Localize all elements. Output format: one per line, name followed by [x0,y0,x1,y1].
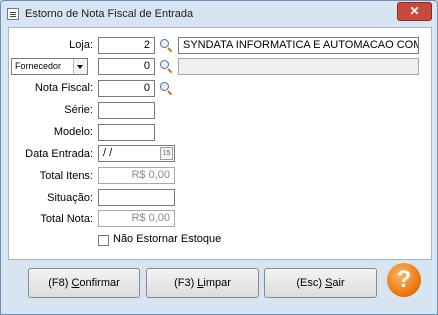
help-icon[interactable]: ? [387,263,421,297]
sair-button[interactable]: (Esc) Sair [264,268,377,298]
loja-name-field: SYNDATA INFORMATICA E AUTOMACAO COMER [178,37,419,54]
document-icon [7,8,19,20]
confirmar-shortcut: (F8) [48,277,72,289]
total-nota-field: R$ 0,00 [98,210,175,227]
search-fornecedor-icon[interactable] [160,60,173,74]
modelo-input[interactable] [98,124,155,141]
limpar-button[interactable]: (F3) Limpar [146,268,259,298]
total-itens-label: Total Itens: [39,170,93,182]
data-entrada-label: Data Entrada: [25,148,93,160]
nao-estornar-label[interactable]: Não Estornar Estoque [113,233,221,245]
window-title: Estorno de Nota Fiscal de Entrada [25,8,194,20]
close-button[interactable]: ✕ [397,2,432,21]
loja-label: Loja: [69,39,93,51]
search-loja-icon[interactable] [160,39,173,53]
search-nota-icon[interactable] [160,82,173,96]
fornecedor-select-value: Fornecedor [15,61,62,71]
situacao-label: Situação: [47,192,93,204]
sair-label: air [332,277,345,289]
loja-input[interactable]: 2 [98,37,155,54]
serie-label: Série: [64,104,93,116]
modelo-label: Modelo: [53,126,93,138]
data-entrada-value: / / [103,147,113,159]
serie-input[interactable] [98,102,155,119]
nota-fiscal-label: Nota Fiscal: [34,82,93,94]
sair-shortcut: (Esc) [296,277,326,289]
data-entrada-input[interactable]: / / 15 [98,145,175,162]
title-bar: Estorno de Nota Fiscal de Entrada ✕ [1,1,437,27]
fornecedor-name-field [178,58,419,75]
total-nota-label: Total Nota: [40,213,93,225]
chevron-down-icon[interactable] [73,59,87,74]
limpar-label: impar [203,277,231,289]
nota-fiscal-input[interactable]: 0 [98,80,155,97]
confirmar-label: onfirmar [79,277,120,289]
situacao-field [98,189,175,206]
fornecedor-input[interactable]: 0 [98,58,155,75]
confirmar-button[interactable]: (F8) Confirmar [28,268,140,298]
fornecedor-select[interactable]: Fornecedor [11,58,88,75]
nao-estornar-checkbox[interactable] [98,235,109,246]
total-itens-field: R$ 0,00 [98,167,175,184]
calendar-icon[interactable]: 15 [160,147,173,160]
limpar-shortcut: (F3) [174,277,198,289]
